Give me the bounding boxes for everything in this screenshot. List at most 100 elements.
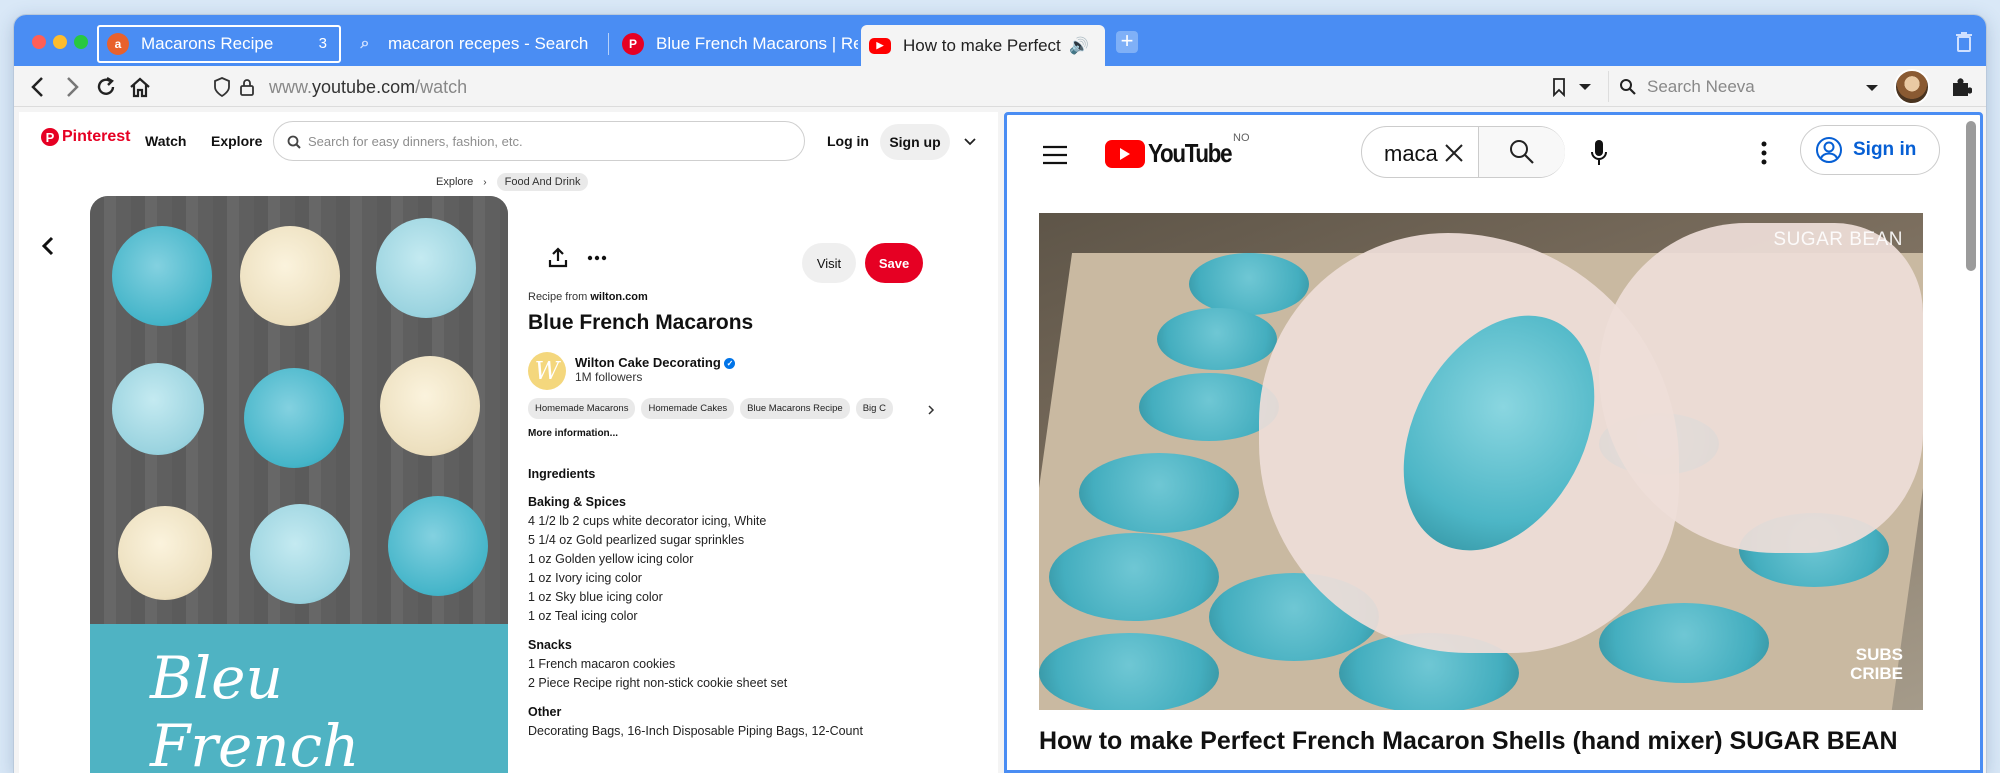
- hamburger-menu-icon[interactable]: [1042, 145, 1068, 165]
- address-bar[interactable]: www.youtube.com/watch: [269, 77, 467, 98]
- recipe-source: Recipe from wilton.com: [528, 291, 648, 303]
- chevron-down-icon: [1866, 85, 1878, 91]
- more-information-link[interactable]: More information...: [528, 428, 618, 439]
- back-button[interactable]: [23, 72, 53, 102]
- close-window-button[interactable]: [32, 35, 46, 49]
- tag-chip[interactable]: Homemade Macarons: [528, 398, 636, 419]
- youtube-play-icon: [1105, 139, 1145, 168]
- ingredient-item: 4 1/2 lb 2 cups white decorator icing, W…: [528, 514, 767, 528]
- signup-button[interactable]: Sign up: [880, 124, 950, 160]
- tab-title: Macarons Recipe: [141, 34, 274, 53]
- section-heading: Other: [528, 705, 562, 719]
- browser-toolbar: www.youtube.com/watch Search Neeva: [14, 66, 1986, 107]
- breadcrumb: Explore › Food And Drink: [436, 173, 589, 191]
- tab-title: Blue French Macarons | Re: [656, 34, 858, 53]
- tab-macarons-recipe[interactable]: a Macarons Recipe 3: [97, 25, 341, 63]
- scrollbar[interactable]: [1966, 121, 1976, 271]
- reload-button[interactable]: [91, 72, 121, 102]
- ingredient-item: 1 oz Ivory icing color: [528, 571, 642, 585]
- back-arrow-icon[interactable]: [41, 236, 55, 256]
- youtube-logo[interactable]: YouTube NO: [1105, 132, 1250, 169]
- search-icon: [1510, 140, 1534, 164]
- section-heading: Snacks: [528, 638, 572, 652]
- tag-chip[interactable]: Homemade Cakes: [641, 398, 735, 419]
- tab-group-count: 3: [318, 35, 327, 52]
- bookmark-menu-chevron-icon[interactable]: [1570, 72, 1600, 102]
- allrecipes-icon: a: [107, 33, 129, 55]
- author-followers: 1M followers: [575, 370, 643, 384]
- section-heading: Baking & Spices: [528, 495, 626, 509]
- trash-icon[interactable]: [1956, 32, 1972, 52]
- pinterest-logo[interactable]: P Pinterest: [41, 128, 130, 146]
- sign-in-button[interactable]: Sign in: [1800, 125, 1940, 175]
- tab-pinterest[interactable]: P Blue French Macarons | Re: [614, 25, 858, 63]
- recipe-source-link[interactable]: wilton.com: [590, 291, 647, 303]
- search-icon: ⌕: [360, 35, 370, 52]
- chevron-right-icon: [67, 77, 79, 97]
- pinterest-icon: P: [622, 33, 644, 55]
- url-scheme: www.: [269, 77, 313, 97]
- browser-window: a Macarons Recipe 3 ⌕ macaron recepes - …: [14, 15, 1986, 773]
- tag-chip[interactable]: Blue Macarons Recipe: [740, 398, 850, 419]
- extensions-puzzle-icon[interactable]: [1946, 72, 1976, 102]
- video-player[interactable]: SUGAR BEAN SUBS CRIBE: [1039, 213, 1923, 710]
- zoom-window-button[interactable]: [74, 35, 88, 49]
- breadcrumb-explore[interactable]: Explore: [436, 176, 473, 188]
- pin-image[interactable]: Bleu French: [90, 196, 508, 773]
- pinterest-search-input[interactable]: Search for easy dinners, fashion, etc.: [273, 121, 805, 161]
- youtube-search-button[interactable]: [1478, 127, 1565, 177]
- chevron-right-icon[interactable]: [927, 405, 935, 415]
- nav-explore[interactable]: Explore: [211, 133, 262, 149]
- search-icon: [287, 135, 301, 149]
- url-host: youtube.com: [312, 77, 416, 97]
- microphone-icon[interactable]: [1590, 139, 1608, 167]
- youtube-pane: YouTube NO maca Sign in SUGAR BEAN SUBS …: [1004, 112, 1983, 773]
- author-avatar[interactable]: W: [528, 352, 566, 390]
- pin-caption-band: Bleu French: [90, 624, 508, 773]
- nav-watch[interactable]: Watch: [145, 133, 186, 149]
- home-icon: [130, 77, 150, 98]
- breadcrumb-food-and-drink[interactable]: Food And Drink: [496, 173, 589, 191]
- video-title: How to make Perfect French Macaron Shell…: [1039, 727, 1898, 755]
- pinterest-icon: P: [41, 128, 59, 146]
- country-code: NO: [1233, 132, 1250, 144]
- new-tab-button[interactable]: +: [1116, 30, 1138, 53]
- chevron-down-icon[interactable]: [964, 138, 976, 146]
- ingredient-item: 1 oz Sky blue icing color: [528, 590, 663, 604]
- tab-youtube[interactable]: ▶ How to make Perfect F 🔊: [861, 25, 1105, 66]
- tag-chips: Homemade Macarons Homemade Cakes Blue Ma…: [528, 398, 932, 419]
- login-button[interactable]: Log in: [827, 133, 869, 149]
- more-options-icon[interactable]: [585, 246, 609, 270]
- search-icon: [1620, 79, 1636, 95]
- author-name[interactable]: Wilton Cake Decorating ✓: [575, 355, 736, 370]
- share-icon[interactable]: [546, 246, 570, 270]
- tab-search[interactable]: ⌕ macaron recepes - Search: [346, 25, 593, 63]
- speaker-icon[interactable]: 🔊: [1069, 36, 1089, 56]
- youtube-icon: ▶: [869, 37, 891, 54]
- url-path: /watch: [415, 77, 468, 97]
- minimize-window-button[interactable]: [53, 35, 67, 49]
- pin-caption-text: Bleu French: [150, 644, 360, 773]
- forward-button[interactable]: [57, 72, 87, 102]
- clear-search-icon[interactable]: [1444, 143, 1464, 163]
- youtube-search-input[interactable]: maca: [1361, 126, 1565, 178]
- ingredients-heading: Ingredients: [528, 467, 596, 481]
- tab-title: How to make Perfect F: [903, 35, 1061, 55]
- ingredient-item: 2 Piece Recipe right non-stick cookie sh…: [528, 676, 788, 690]
- search-neeva-field[interactable]: Search Neeva: [1608, 71, 1884, 102]
- lock-icon: [232, 72, 262, 102]
- subscribe-watermark[interactable]: SUBS CRIBE: [1850, 645, 1903, 683]
- avatar[interactable]: [1894, 69, 1930, 105]
- more-options-icon[interactable]: [1761, 141, 1767, 165]
- save-button[interactable]: Save: [865, 243, 923, 283]
- account-icon: [1816, 137, 1842, 163]
- tag-chip[interactable]: Big C: [855, 398, 893, 419]
- ingredient-item: 1 French macaron cookies: [528, 657, 676, 671]
- ingredient-item: 1 oz Teal icing color: [528, 609, 638, 623]
- verified-icon: ✓: [724, 358, 736, 370]
- chevron-left-icon: [31, 77, 43, 97]
- ingredient-item: 5 1/4 oz Gold pearlized sugar sprinkles: [528, 533, 745, 547]
- channel-watermark: SUGAR BEAN: [1773, 229, 1903, 250]
- home-button[interactable]: [125, 72, 155, 102]
- visit-button[interactable]: Visit: [802, 243, 856, 283]
